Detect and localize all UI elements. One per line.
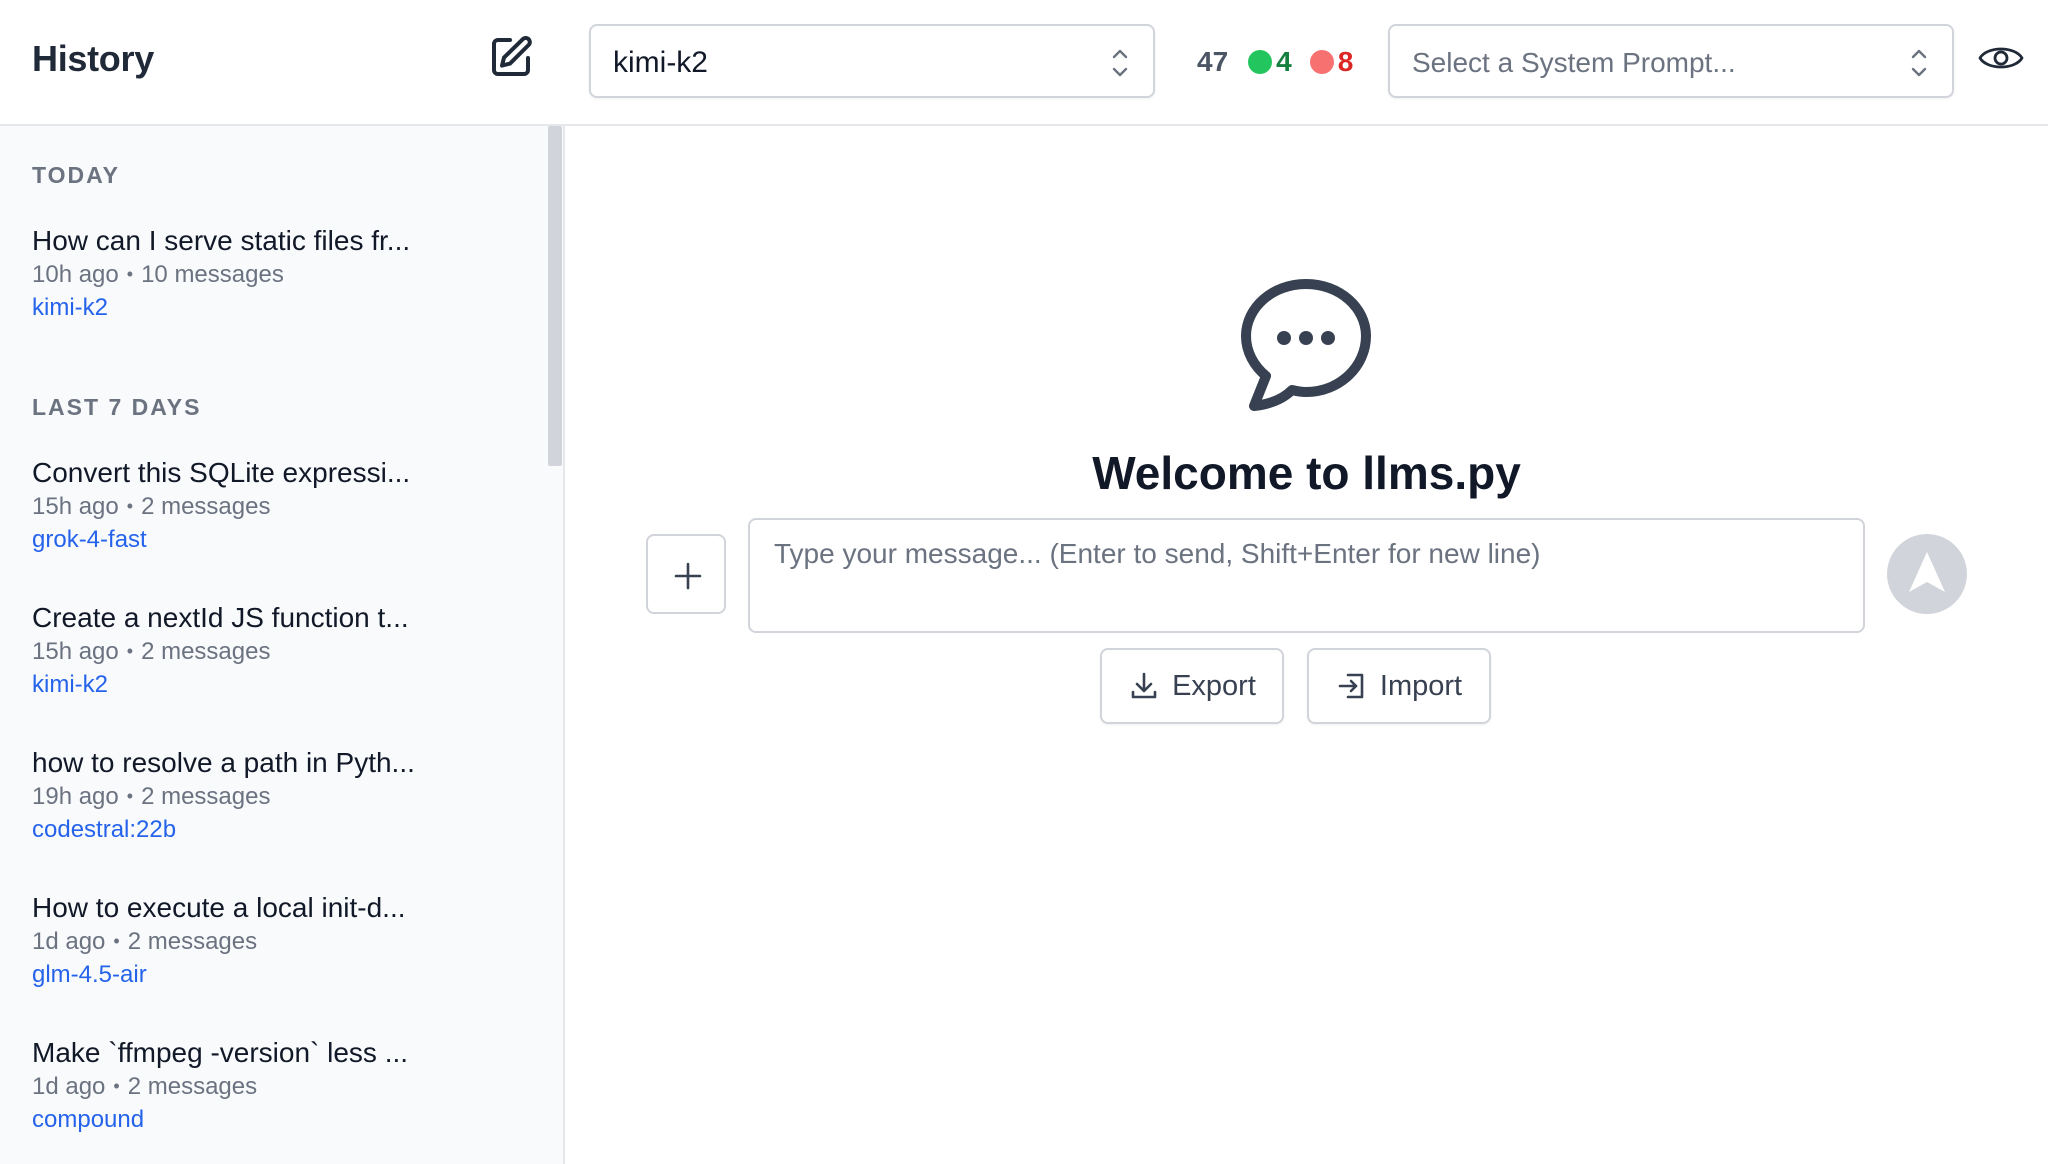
conversation-model: compound: [32, 1106, 145, 1133]
conversation-time: 1d ago: [32, 928, 106, 955]
app: History TODAY How can I serve static fil…: [0, 0, 2048, 1164]
model-select-value: kimi-k2: [613, 46, 708, 79]
conversation-message-count: 2 messages: [141, 638, 271, 665]
conversation-item[interactable]: Create a nextId JS function t... 15h ago…: [32, 601, 532, 700]
conversation-item[interactable]: How can I serve static files fr... 10h a…: [32, 224, 532, 323]
meta-separator: •: [126, 496, 134, 516]
new-chat-button[interactable]: [486, 34, 534, 82]
conversation-message-count: 2 messages: [141, 783, 271, 810]
history-sidebar: History TODAY How can I serve static fil…: [0, 0, 565, 1164]
conversation-item[interactable]: Convert this SQLite expressi... 15h ago •…: [32, 456, 532, 555]
conversation-message-count: 10 messages: [141, 261, 284, 288]
chevron-up-down-icon: [1911, 49, 1927, 77]
conversation-title: How can I serve static files fr...: [32, 225, 411, 256]
conversation-message-count: 2 messages: [127, 928, 258, 955]
conversation-meta: 15h ago • 2 messages: [32, 637, 532, 668]
send-arrow-icon: [1909, 552, 1945, 592]
sidebar-header: History: [0, 0, 565, 126]
conversation-meta: 10h ago • 10 messages: [32, 260, 532, 291]
conversation-meta: 1d ago • 2 messages: [32, 1072, 532, 1103]
meta-separator: •: [126, 786, 134, 806]
import-icon: [1338, 673, 1364, 699]
system-prompt-select[interactable]: Select a System Prompt...: [1388, 24, 1954, 98]
conversation-message-count: 2 messages: [141, 493, 271, 520]
section-label-last-7-days: LAST 7 DAYS: [32, 394, 202, 420]
plus-icon: [674, 562, 702, 590]
conversation-model: grok-4-fast: [32, 526, 147, 553]
model-select[interactable]: kimi-k2: [589, 24, 1155, 98]
offline-status-dot: [1309, 50, 1334, 74]
conversation-time: 19h ago: [32, 783, 119, 810]
sidebar-scrollbar[interactable]: [548, 126, 562, 466]
chat-bubble-dots-icon: [1241, 279, 1371, 411]
attach-button[interactable]: [646, 534, 726, 614]
models-online-count: 4: [1276, 46, 1292, 77]
welcome-title: Welcome to llms.py: [1092, 447, 1521, 499]
models-total-count: 47: [1197, 46, 1229, 77]
eye-icon: [1978, 47, 2024, 69]
conversation-model: codestral:22b: [32, 816, 177, 843]
conversation-message-count: 2 messages: [127, 1073, 258, 1100]
conversation-title: Convert this SQLite expressi...: [32, 457, 411, 488]
export-label: Export: [1172, 669, 1256, 702]
history-title: History: [32, 38, 154, 79]
conversation-title: Create a nextId JS function t...: [32, 602, 409, 633]
chevron-up-down-icon: [1112, 49, 1128, 77]
toggle-preview-button[interactable]: [1977, 38, 2025, 78]
conversation-title: Make `ffmpeg -version` less ...: [32, 1037, 409, 1068]
conversation-meta: 1d ago • 2 messages: [32, 927, 532, 958]
export-button[interactable]: Export: [1100, 648, 1284, 724]
message-input[interactable]: [748, 518, 1865, 633]
meta-separator: •: [126, 641, 134, 661]
meta-separator: •: [126, 264, 134, 284]
download-icon: [1131, 672, 1157, 699]
conversation-model: kimi-k2: [32, 294, 108, 321]
conversation-item[interactable]: How to execute a local init-d... 1d ago •…: [32, 891, 532, 990]
conversation-time: 1d ago: [32, 1073, 106, 1100]
conversation-title: How to execute a local init-d...: [32, 892, 406, 923]
system-prompt-placeholder: Select a System Prompt...: [1412, 47, 1736, 78]
import-button[interactable]: Import: [1307, 648, 1491, 724]
import-label: Import: [1379, 669, 1463, 702]
edit-square-icon: [492, 36, 532, 76]
conversation-title: how to resolve a path in Pyth...: [32, 747, 415, 778]
conversation-item[interactable]: how to resolve a path in Pyth... 19h ago…: [32, 746, 532, 845]
conversation-meta: 15h ago • 2 messages: [32, 492, 532, 523]
conversation-model: glm-4.5-air: [32, 961, 147, 988]
conversation-meta: 19h ago • 2 messages: [32, 782, 532, 813]
conversation-time: 10h ago: [32, 261, 119, 288]
conversation-time: 15h ago: [32, 493, 119, 520]
top-bar: kimi-k2 47 4 8 Select a System Prompt...: [565, 0, 2048, 126]
send-button[interactable]: [1887, 534, 1967, 614]
online-status-dot: [1248, 50, 1273, 74]
conversation-model: kimi-k2: [32, 671, 108, 698]
models-offline-count: 8: [1337, 46, 1354, 77]
conversation-item[interactable]: Make `ffmpeg -version` less ... 1d ago • 2…: [32, 1036, 532, 1135]
model-status-counts: 47 4 8: [1197, 44, 1353, 80]
conversation-time: 15h ago: [32, 638, 119, 665]
section-label-today: TODAY: [32, 162, 120, 188]
meta-separator: •: [113, 1076, 120, 1096]
meta-separator: •: [113, 931, 120, 951]
